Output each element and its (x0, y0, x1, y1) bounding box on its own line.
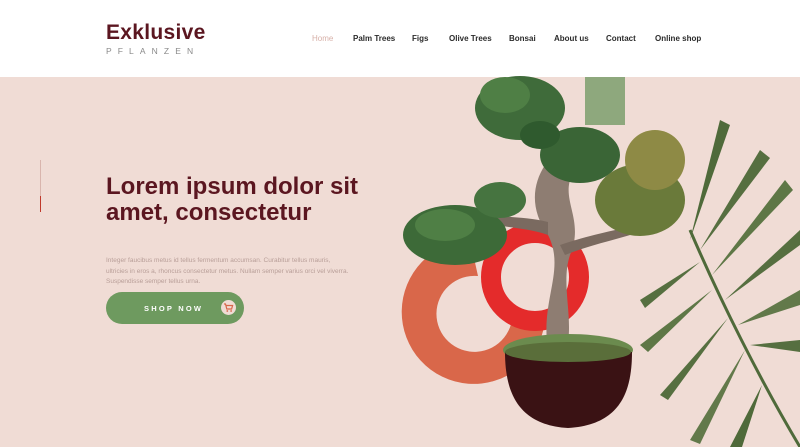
nav-item-about-us[interactable]: About us (554, 34, 589, 43)
nav-item-figs[interactable]: Figs (412, 34, 428, 43)
orange-ring-shape (401, 240, 545, 384)
green-ring-shape (585, 77, 625, 125)
nav-item-home[interactable]: Home (312, 34, 333, 43)
bonsai-pot (503, 334, 633, 428)
nav-item-online-shop[interactable]: Online shop (655, 34, 701, 43)
side-scroll-indicator (40, 160, 41, 212)
nav-item-contact[interactable]: Contact (606, 34, 636, 43)
nav-item-palm-trees[interactable]: Palm Trees (353, 34, 395, 43)
hero-headline: Lorem ipsum dolor sit amet, consectetur (106, 173, 359, 226)
palm-leaf (640, 120, 800, 447)
shopping-cart-icon[interactable] (221, 300, 236, 315)
hero-body-text: Integer faucibus metus id tellus ferment… (106, 257, 349, 285)
bonsai-trunk (470, 153, 640, 352)
logo-main-text: Exklusive (106, 21, 206, 44)
shop-now-label: SHOP NOW (144, 304, 204, 313)
site-header: Exklusive PFLANZEN Home Palm Trees Figs … (0, 0, 800, 77)
red-ring-shape (481, 223, 589, 331)
logo-sub-text: PFLANZEN (106, 46, 200, 56)
nav-item-bonsai[interactable]: Bonsai (509, 34, 536, 43)
bonsai-foliage (403, 76, 685, 265)
logo[interactable]: Exklusive PFLANZEN (106, 21, 206, 57)
nav-item-olive-trees[interactable]: Olive Trees (449, 34, 492, 43)
